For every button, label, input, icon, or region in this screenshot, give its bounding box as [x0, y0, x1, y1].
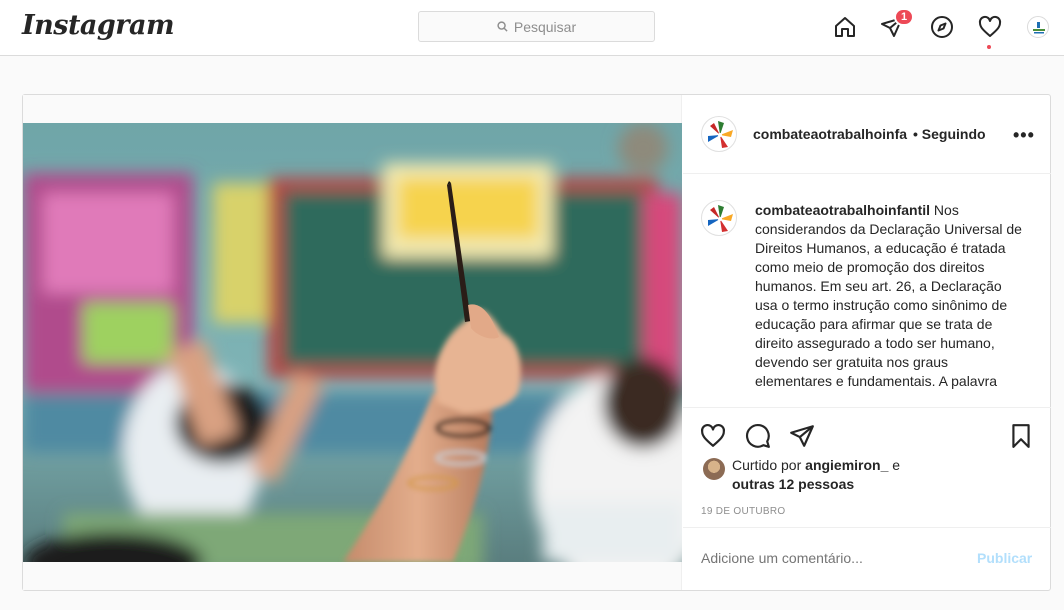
activity-heart-icon[interactable] — [977, 14, 1003, 40]
like-heart-icon[interactable] — [699, 422, 727, 450]
save-bookmark-icon[interactable] — [1007, 422, 1035, 450]
caption-text: Nos considerandos da Declaração Universa… — [755, 202, 1022, 389]
search-box[interactable]: Pesquisar — [418, 11, 655, 42]
home-icon[interactable] — [832, 14, 858, 40]
liked-by-others[interactable]: outras 12 pessoas — [732, 476, 854, 492]
liked-by-prefix: Curtido por — [732, 457, 802, 473]
publish-button[interactable]: Publicar — [977, 550, 1032, 566]
top-nav-bar: Instagram Pesquisar 1 — [0, 0, 1064, 56]
author-avatar[interactable] — [701, 116, 737, 152]
liked-by-and: e — [892, 457, 901, 473]
post-date[interactable]: 19 DE OUTUBRO — [701, 506, 785, 517]
more-options-icon[interactable]: ••• — [1013, 125, 1035, 146]
search-placeholder: Pesquisar — [513, 18, 577, 35]
author-username[interactable]: combateaotrabalhoinfa — [753, 126, 913, 142]
caption-scroll-area[interactable]: combateaotrabalhoinfantil Nos consideran… — [683, 175, 1051, 407]
post-media-container — [23, 95, 682, 590]
liker-avatar[interactable] — [703, 458, 725, 480]
post-actions: Curtido por angiemiron_ e outras 12 pess… — [683, 407, 1051, 527]
comment-input[interactable] — [701, 550, 961, 566]
profile-avatar[interactable] — [1027, 16, 1049, 38]
share-icon[interactable] — [788, 422, 816, 450]
instagram-logo[interactable]: Instagram — [22, 10, 175, 41]
comment-icon[interactable] — [744, 422, 772, 450]
liked-by-user[interactable]: angiemiron_ — [805, 457, 888, 473]
post-image[interactable] — [23, 123, 682, 562]
caption-author-avatar[interactable] — [701, 200, 737, 236]
caption-text-block: combateaotrabalhoinfantil Nos consideran… — [755, 201, 1025, 391]
comment-composer: Publicar — [683, 527, 1051, 590]
search-icon — [497, 21, 508, 32]
follow-status[interactable]: • Seguindo — [913, 126, 986, 142]
explore-icon[interactable] — [929, 14, 955, 40]
direct-unread-badge: 1 — [894, 8, 914, 26]
activity-dot — [987, 45, 991, 49]
post-card: combateaotrabalhoinfa • Seguindo ••• com… — [22, 94, 1051, 591]
post-header: combateaotrabalhoinfa • Seguindo ••• — [683, 95, 1051, 174]
post-sidebar: combateaotrabalhoinfa • Seguindo ••• com… — [683, 95, 1051, 590]
caption-username[interactable]: combateaotrabalhoinfantil — [755, 202, 930, 218]
